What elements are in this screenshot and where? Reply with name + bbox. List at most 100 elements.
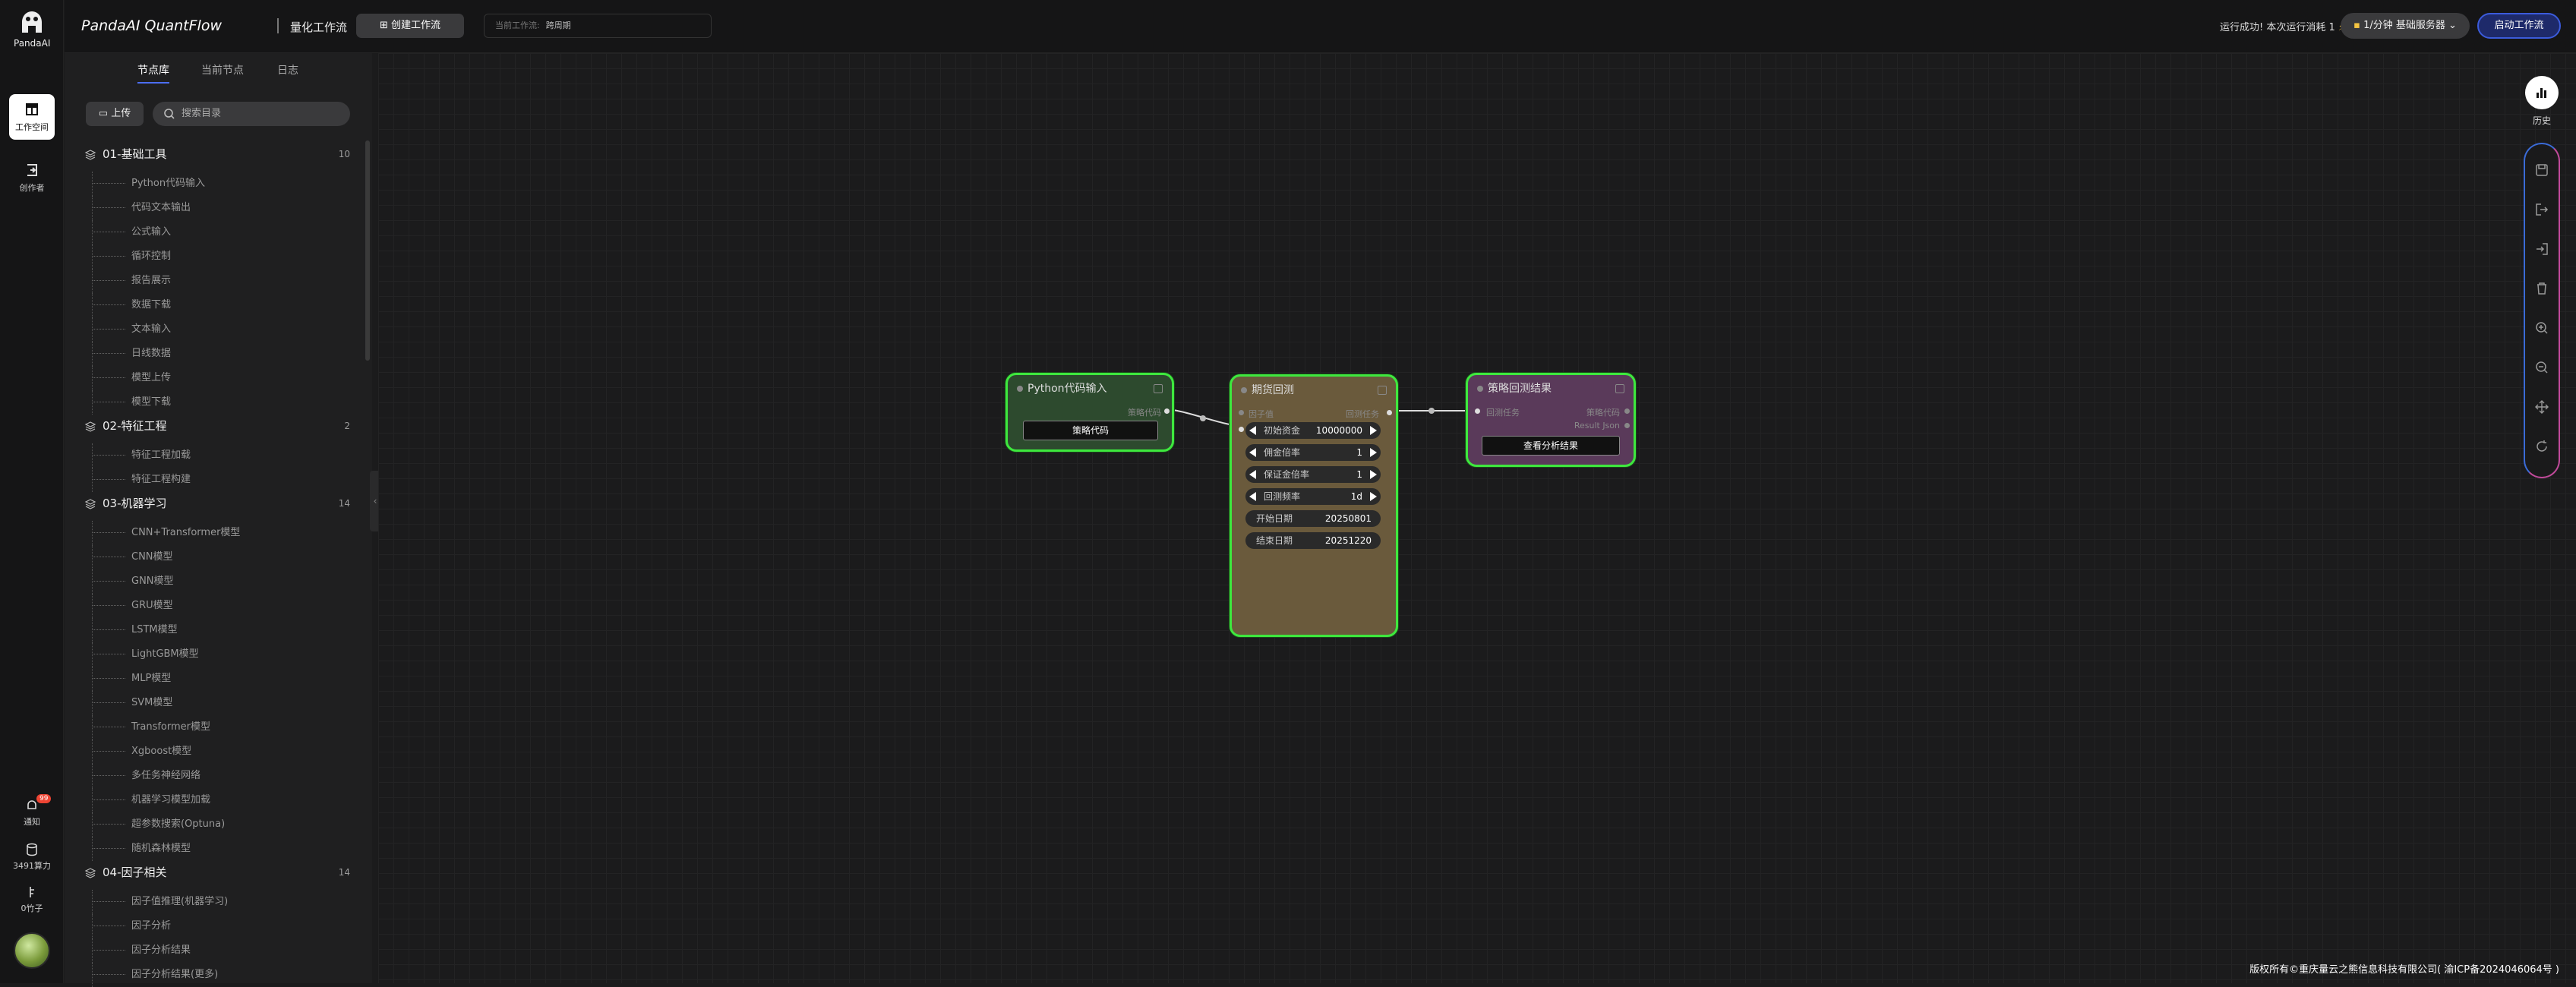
- category-count: 2: [344, 415, 350, 437]
- output-port[interactable]: [1164, 408, 1170, 414]
- export-icon[interactable]: [2534, 202, 2549, 217]
- tree-item[interactable]: LSTM模型: [84, 618, 350, 642]
- tree-item[interactable]: 因子值推理(机器学习): [84, 890, 350, 914]
- search-input[interactable]: 搜索目录: [153, 102, 350, 126]
- user-avatar[interactable]: [14, 932, 50, 969]
- output-port[interactable]: [1624, 408, 1630, 414]
- tree-item[interactable]: 循环控制: [84, 244, 350, 269]
- arrow-right-icon[interactable]: [1370, 426, 1377, 435]
- nav-workspace[interactable]: 工作空间: [9, 94, 55, 140]
- param-value: 1d: [1351, 488, 1362, 505]
- category-header[interactable]: 03-机器学习14: [84, 492, 350, 521]
- param-end-date[interactable]: 结束日期20251220: [1245, 532, 1381, 549]
- tab-current-node[interactable]: 当前节点: [201, 62, 244, 77]
- node-header[interactable]: 策略回测结果: [1468, 375, 1634, 401]
- launch-workflow-button[interactable]: 启动工作流: [2477, 13, 2561, 39]
- tree-item[interactable]: Python代码输入: [84, 172, 350, 196]
- trash-icon[interactable]: [2534, 281, 2549, 296]
- nav-notify[interactable]: 99 通知: [6, 799, 58, 828]
- output-port[interactable]: [1387, 410, 1392, 415]
- tree-item[interactable]: 机器学习模型加载: [84, 788, 350, 812]
- refresh-icon[interactable]: [2534, 439, 2549, 454]
- logo-text: PandaAI: [14, 38, 50, 49]
- tree-item[interactable]: 报告展示: [84, 269, 350, 293]
- tree-item[interactable]: GRU模型: [84, 594, 350, 618]
- node-checkbox[interactable]: [1154, 384, 1163, 393]
- node-header[interactable]: Python代码输入: [1008, 375, 1172, 401]
- input-port[interactable]: [1475, 408, 1480, 414]
- category-header[interactable]: 02-特征工程2: [84, 415, 350, 443]
- tree-item[interactable]: 数据下载: [84, 293, 350, 317]
- save-icon[interactable]: [2534, 162, 2549, 178]
- server-icon: ▪: [2353, 20, 2363, 31]
- input-port[interactable]: [1239, 427, 1244, 432]
- upload-button[interactable]: ▭ 上传: [86, 102, 144, 126]
- node-futures-backtest[interactable]: 期货回测 因子值 回测任务 初始资金10000000 佣金倍率1 保证金倍率1 …: [1230, 374, 1398, 637]
- tree-item[interactable]: GNN模型: [84, 569, 350, 594]
- tree-item[interactable]: 模型上传: [84, 366, 350, 390]
- wire-midpoint: [1200, 415, 1206, 421]
- arrow-right-icon[interactable]: [1370, 492, 1377, 501]
- nav-creator[interactable]: 创作者: [9, 155, 55, 200]
- tree-item[interactable]: 公式输入: [84, 220, 350, 244]
- tree-item[interactable]: LightGBM模型: [84, 642, 350, 667]
- tree-item[interactable]: 文本输入: [84, 317, 350, 342]
- tree-item[interactable]: CNN模型: [84, 545, 350, 569]
- import-icon[interactable]: [2534, 241, 2549, 257]
- create-workflow-button[interactable]: ⊞ 创建工作流: [356, 14, 464, 38]
- node-backtest-result[interactable]: 策略回测结果 回测任务 策略代码 Result Json 查看分析结果: [1466, 373, 1636, 467]
- tree-item[interactable]: 日线数据: [84, 342, 350, 366]
- nav-compute[interactable]: 3491算力: [6, 843, 58, 872]
- tree-item[interactable]: 代码文本输出: [84, 196, 350, 220]
- tree-item[interactable]: Transformer模型: [84, 715, 350, 739]
- tab-log[interactable]: 日志: [277, 62, 298, 77]
- tree-item[interactable]: 特征工程加载: [84, 443, 350, 468]
- category-header[interactable]: 01-基础工具10: [84, 143, 350, 172]
- arrow-left-icon[interactable]: [1249, 470, 1256, 479]
- tree-item[interactable]: 因子分析结果: [84, 938, 350, 963]
- node-python-code[interactable]: Python代码输入 策略代码 策略代码: [1005, 373, 1174, 452]
- param-start-date[interactable]: 开始日期20250801: [1245, 510, 1381, 527]
- param-margin[interactable]: 保证金倍率1: [1245, 466, 1381, 483]
- zoom-out-icon[interactable]: [2534, 360, 2549, 375]
- chevron-down-icon: ⌄: [2445, 20, 2457, 31]
- arrow-left-icon[interactable]: [1249, 448, 1256, 457]
- strategy-code-button[interactable]: 策略代码: [1023, 421, 1158, 440]
- tree-item[interactable]: 因子分析: [84, 914, 350, 938]
- history-button[interactable]: 历史: [2523, 76, 2561, 127]
- arrow-left-icon[interactable]: [1249, 426, 1256, 435]
- tree-item[interactable]: 特征工程构建: [84, 468, 350, 492]
- arrow-right-icon[interactable]: [1370, 470, 1377, 479]
- param-initial-capital[interactable]: 初始资金10000000: [1245, 422, 1381, 439]
- param-label: 佣金倍率: [1264, 444, 1300, 461]
- node-checkbox[interactable]: [1615, 384, 1624, 393]
- output-port[interactable]: [1624, 423, 1630, 428]
- arrow-right-icon[interactable]: [1370, 448, 1377, 457]
- view-analysis-button[interactable]: 查看分析结果: [1482, 436, 1620, 456]
- current-workflow-field[interactable]: 当前工作流:跨周期: [484, 14, 712, 38]
- tree-item[interactable]: 超参数搜索(Optuna): [84, 812, 350, 837]
- node-checkbox[interactable]: [1378, 386, 1387, 395]
- node-header[interactable]: 期货回测: [1232, 377, 1396, 402]
- tree-item[interactable]: CNN+Transformer模型: [84, 521, 350, 545]
- tree-item[interactable]: 模型下载: [84, 390, 350, 415]
- nav-coins[interactable]: 0竹子: [6, 885, 58, 914]
- tree-item[interactable]: Xgboost模型: [84, 739, 350, 764]
- server-select[interactable]: ▪ 1/分钟 基础服务器 ⌄: [2341, 13, 2470, 39]
- tree-item[interactable]: 因子分析结果(更多): [84, 963, 350, 987]
- app-logo[interactable]: PandaAI: [14, 9, 50, 49]
- zoom-in-icon[interactable]: [2534, 320, 2549, 336]
- arrow-left-icon[interactable]: [1249, 492, 1256, 501]
- input-port[interactable]: [1239, 410, 1244, 415]
- param-commission[interactable]: 佣金倍率1: [1245, 444, 1381, 461]
- tree-item[interactable]: SVM模型: [84, 691, 350, 715]
- tree-item[interactable]: 随机森林模型: [84, 837, 350, 861]
- fit-view-icon[interactable]: [2534, 399, 2549, 415]
- param-frequency[interactable]: 回测频率1d: [1245, 488, 1381, 505]
- panel-scrollbar[interactable]: [365, 140, 370, 361]
- category-header[interactable]: 04-因子相关14: [84, 861, 350, 890]
- tree-item[interactable]: MLP模型: [84, 667, 350, 691]
- workflow-canvas[interactable]: Python代码输入 策略代码 策略代码 期货回测 因子值 回测任务 初始资金1…: [378, 53, 2576, 983]
- tree-item[interactable]: 多任务神经网络: [84, 764, 350, 788]
- tab-node-library[interactable]: 节点库: [137, 62, 169, 77]
